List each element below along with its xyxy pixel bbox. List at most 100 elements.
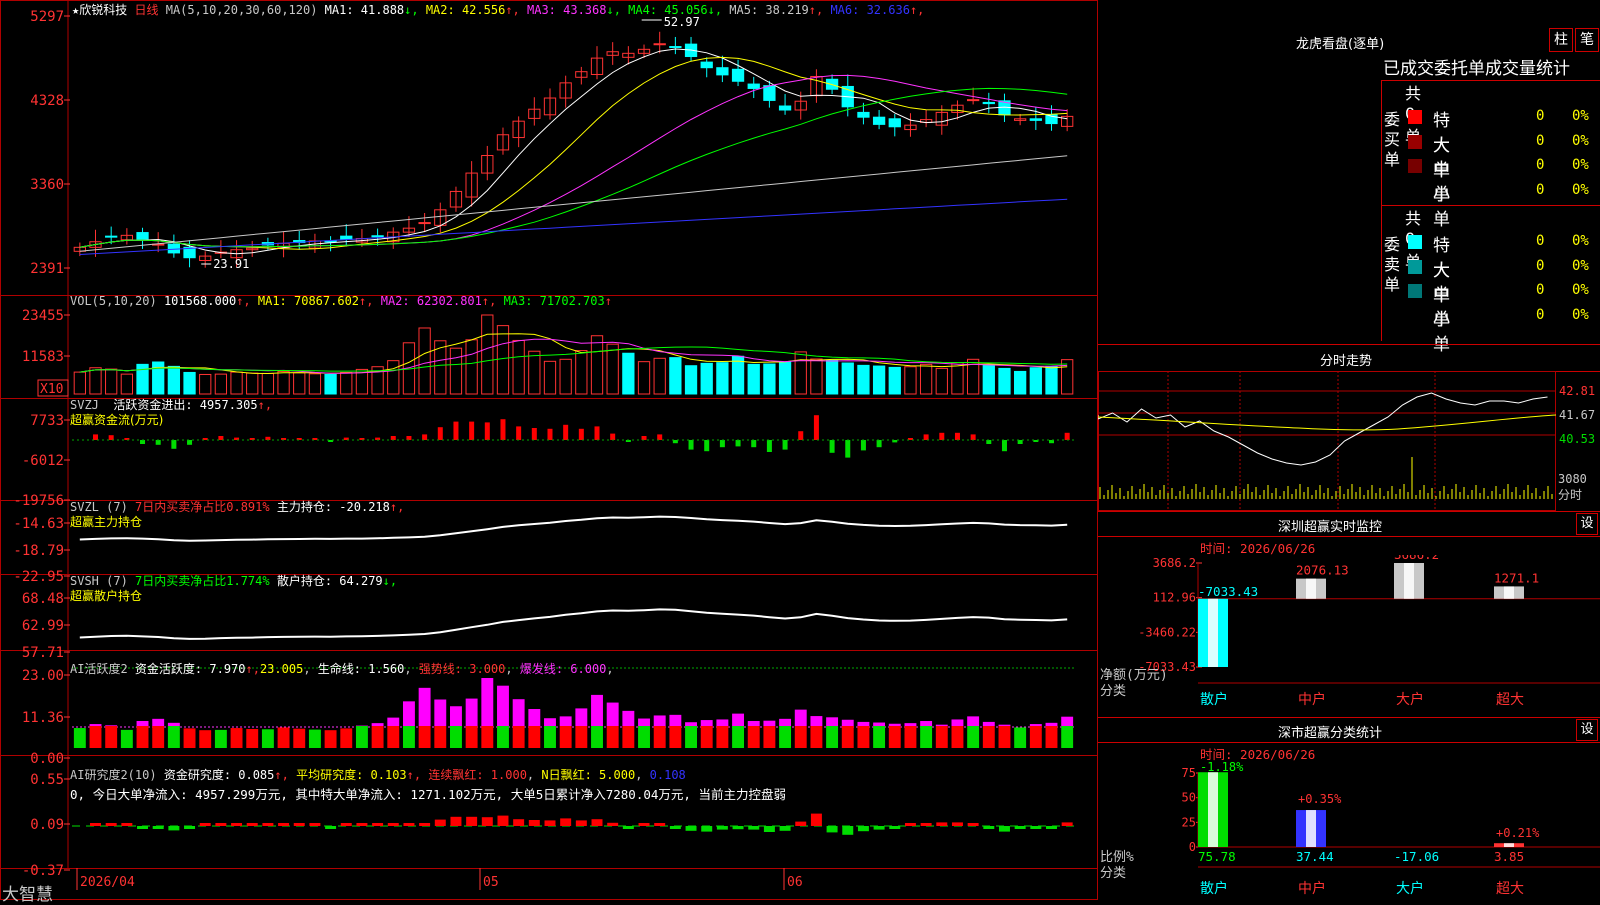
classify-settings-button[interactable]: 设: [1576, 719, 1598, 741]
buy-row-pct: 0%: [1572, 157, 1589, 173]
research-bar: [137, 826, 148, 829]
bar-mode-button[interactable]: 柱: [1549, 28, 1573, 52]
main-chart-area[interactable]: 529743283360239123455115837733-6012-1975…: [0, 0, 1098, 900]
bar-y-tick: -3460.22: [1138, 625, 1196, 639]
fund-flow-bar: [1065, 433, 1070, 440]
bar-1: [1198, 772, 1228, 847]
active-bar-top: [920, 721, 932, 726]
fund-flow-bar: [469, 422, 474, 440]
active-bar: [434, 726, 446, 748]
bar-value-label: 37.44: [1296, 849, 1334, 864]
fund-flow-bar: [547, 429, 552, 440]
svsh-tick: 68.48: [22, 591, 64, 607]
volume-bar: [466, 340, 477, 394]
intraday-title: 分时走势: [1320, 350, 1372, 369]
research-bar: [670, 826, 681, 829]
active-bar-top: [137, 721, 149, 726]
active-bar: [293, 729, 305, 748]
research-bar: [999, 826, 1010, 832]
vol-tick: 11583: [22, 349, 64, 365]
research-bar: [215, 823, 226, 826]
active-bar: [638, 726, 650, 748]
active-bar-top: [513, 699, 525, 726]
fund-flow-bar: [861, 440, 866, 450]
active-bar-top: [983, 722, 995, 726]
volume-bar: [278, 371, 289, 394]
volume-bar: [748, 364, 759, 394]
fund-flow-bar: [971, 434, 976, 440]
active-bar-top: [999, 725, 1011, 726]
candle-body: [701, 62, 712, 68]
active-bar: [262, 729, 274, 748]
sell-row-pct: 0%: [1572, 233, 1589, 249]
intraday-avg-line: [1098, 415, 1556, 430]
active-bar: [952, 726, 964, 748]
active-bar-top: [1061, 717, 1073, 726]
research-bar: [153, 826, 164, 829]
classify-chart[interactable]: 755025075.7837.44-17.063.85比例%分类散户中户大户超大…: [1098, 761, 1600, 900]
buy-side-label: 委买单: [1382, 110, 1402, 170]
volume-bar: [121, 374, 132, 394]
volume-bar: [670, 358, 681, 394]
ma-values: MA1: 41.888↓, MA2: 42.556↑, MA3: 43.368↓…: [325, 3, 925, 17]
kline-chart[interactable]: 529743283360239123455115837733-6012-1975…: [0, 0, 1098, 900]
research-bar: [827, 826, 838, 832]
sell-side-label: 委卖单: [1382, 235, 1402, 295]
active-bar: [528, 726, 540, 748]
ma-value-5: MA5: 38.219: [722, 3, 809, 17]
fund-flow-bar: [500, 419, 505, 440]
fund-flow-bar: [814, 415, 819, 440]
candle-body: [106, 236, 117, 237]
volume-bar: [1046, 366, 1057, 394]
active-bar-top: [466, 699, 478, 726]
monitor-axis-title: 净额(万元): [1100, 668, 1168, 683]
active-bar-top: [810, 716, 822, 726]
pen-mode-button[interactable]: 笔: [1575, 28, 1599, 52]
research-bar: [356, 823, 367, 826]
active-bar-top: [701, 720, 713, 726]
active-bar-top: [826, 717, 838, 726]
ai-life: 生命线: 1.560: [318, 662, 405, 676]
stock-title[interactable]: ★欣锐科技: [72, 3, 127, 17]
ai-research-title: AI研究度2(10): [70, 768, 157, 782]
sell-row-pct: 0%: [1572, 307, 1589, 323]
classify-axis-title: 比例%: [1100, 850, 1134, 865]
fund-flow-bar: [595, 426, 600, 440]
active-bar: [685, 726, 697, 748]
monitor-chart[interactable]: 3686.2112.96-3460.22-7033.43-7033.432076…: [1098, 555, 1600, 715]
fund-flow-bar: [751, 440, 756, 447]
fund-flow-bar: [93, 434, 98, 440]
active-bar-top: [779, 719, 791, 726]
monitor-settings-button[interactable]: 设: [1576, 513, 1598, 535]
ai-research-summary: 0, 今日大单净流入: 4957.299万元, 其中特大单净流入: 1271.1…: [70, 785, 786, 804]
active-bar-top: [716, 719, 728, 726]
volume-bar: [858, 365, 869, 394]
candle-body: [748, 84, 759, 88]
ma-line-5: [80, 156, 1067, 252]
ma-arrow-1: ↓,: [404, 3, 418, 17]
volume-bar: [983, 365, 994, 394]
research-bar: [482, 817, 493, 826]
intraday-chart[interactable]: 42.8141.6740.533080分时: [1098, 371, 1600, 511]
buy-row-pct: 0%: [1572, 182, 1589, 198]
active-bar-top: [450, 706, 462, 726]
research-bar: [686, 826, 697, 831]
research-bar: [325, 826, 336, 829]
research-bar: [701, 826, 712, 832]
bar-highlight: [1404, 563, 1414, 599]
volume-bar: [591, 336, 602, 394]
active-bar-top: [403, 701, 415, 726]
fund-flow-bar: [642, 436, 647, 440]
intraday-frame: [1099, 372, 1556, 511]
active-bar: [716, 726, 728, 748]
fund-flow-bar: [986, 440, 991, 444]
volume-bar: [168, 366, 179, 394]
candle-body: [764, 86, 775, 101]
period-label[interactable]: 日线: [134, 3, 158, 17]
active-bar-top: [90, 724, 102, 726]
vol-multiplier-label: X10: [40, 382, 63, 397]
sell-row-pct: 0%: [1572, 258, 1589, 274]
ai-research-avg: 平均研究度: 0.103: [296, 768, 407, 782]
active-bar-top: [967, 716, 979, 726]
bar-value-label: 2076.13: [1296, 563, 1349, 578]
